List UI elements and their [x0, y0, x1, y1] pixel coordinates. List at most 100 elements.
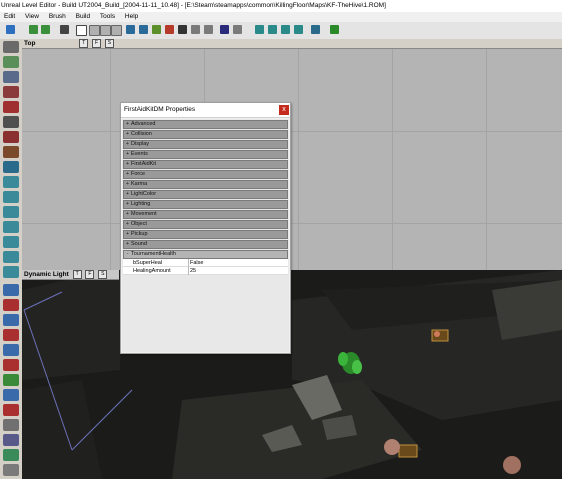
add-mover-icon[interactable] — [3, 344, 19, 356]
viewport-top-s-button[interactable]: S — [104, 39, 114, 48]
sphere-builder-icon[interactable] — [3, 251, 19, 263]
category-events[interactable]: + Events — [123, 150, 288, 159]
category-force[interactable]: + Force — [123, 170, 288, 179]
category-collision[interactable]: + Collision — [123, 130, 288, 139]
viewport-top[interactable]: Top T F S — [22, 39, 562, 270]
category-tournamenthealth[interactable]: - TournamentHealth — [123, 250, 288, 259]
matinee-icon[interactable] — [3, 161, 19, 173]
code-editor-icon[interactable] — [220, 25, 229, 34]
invert-selection-icon[interactable] — [3, 434, 19, 446]
subtract-brush-icon[interactable] — [3, 299, 19, 311]
category-sound[interactable]: + Sound — [123, 240, 288, 249]
properties-window: FirstAidKitDM Properties x + Advanced + Co… — [120, 102, 291, 354]
menu-tools[interactable]: Tools — [96, 12, 119, 22]
cube-builder-icon[interactable] — [3, 176, 19, 188]
viewport-dynamic-light[interactable]: Dynamic Light T F S — [22, 270, 562, 479]
volumetric-builder-icon[interactable] — [3, 266, 19, 278]
drag-grid-icon[interactable] — [3, 464, 19, 476]
view-top-icon[interactable] — [89, 25, 100, 36]
properties-title: FirstAidKitDM Properties — [124, 106, 196, 113]
vertex-edit-icon[interactable] — [3, 86, 19, 98]
group-browser-icon[interactable] — [139, 25, 148, 34]
face-drag-icon[interactable] — [3, 131, 19, 143]
viewport-top-f-button[interactable]: F — [92, 39, 102, 48]
build-geometry-icon[interactable] — [255, 25, 264, 34]
category-lighting[interactable]: + Lighting — [123, 200, 288, 209]
first-aid-kit-icon[interactable] — [431, 329, 449, 342]
category-label: LightColor — [131, 191, 157, 197]
category-karma[interactable]: + Karma — [123, 180, 288, 189]
build-paths-icon[interactable] — [281, 25, 290, 34]
category-lightcolor[interactable]: + LightColor — [123, 190, 288, 199]
build-options-icon[interactable] — [311, 25, 320, 34]
texture-pan-icon[interactable] — [3, 116, 19, 128]
static-mesh-browser-icon[interactable] — [152, 25, 161, 34]
terrain-icon[interactable] — [3, 146, 19, 158]
build-lighting-icon[interactable] — [268, 25, 277, 34]
property-name: bSuperHeal — [131, 259, 189, 267]
deintersect-brush-icon[interactable] — [3, 329, 19, 341]
category-label: Karma — [131, 181, 148, 187]
category-pickup[interactable]: + Pickup — [123, 230, 288, 239]
category-label: Movement — [131, 211, 157, 217]
add-brush-icon[interactable] — [3, 284, 19, 296]
cylinder-builder-icon[interactable] — [3, 206, 19, 218]
menu-bar: Edit View Brush Build Tools Help — [0, 12, 562, 22]
search-icon[interactable] — [60, 25, 69, 34]
camera-mode-icon[interactable] — [76, 25, 87, 36]
category-movement[interactable]: + Movement — [123, 210, 288, 219]
build-all-icon[interactable] — [294, 25, 303, 34]
collapse-icon: - — [126, 251, 129, 257]
stairs-builder-icon[interactable] — [3, 236, 19, 248]
viewport-dynamic-header: Dynamic Light T F S — [22, 270, 119, 280]
rotate-icon[interactable] — [3, 71, 19, 83]
new-map-icon[interactable] — [6, 25, 15, 34]
show-selected-icon[interactable] — [3, 389, 19, 401]
camera-movement-icon[interactable] — [3, 41, 19, 53]
menu-brush[interactable]: Brush — [45, 12, 70, 22]
category-object[interactable]: + Object — [123, 220, 288, 229]
add-antiportal-icon[interactable] — [3, 359, 19, 371]
property-value-field[interactable]: False — [190, 259, 203, 267]
sound-browser-icon[interactable] — [233, 25, 242, 34]
property-value-field[interactable]: 25 — [190, 267, 196, 275]
menu-edit[interactable]: Edit — [0, 12, 19, 22]
view-side-icon[interactable] — [111, 25, 122, 36]
add-volume-icon[interactable] — [3, 374, 19, 386]
actor-browser-icon[interactable] — [126, 25, 135, 34]
property-row-bsuperheal[interactable]: bSuperHeal False — [123, 259, 288, 267]
play-level-icon[interactable] — [330, 25, 339, 34]
mesh-browser-icon[interactable] — [165, 25, 174, 34]
category-firstaidkit[interactable]: + FirstAidKit — [123, 160, 288, 169]
prefab-browser-icon[interactable] — [191, 25, 200, 34]
viewport-dynamic-s-button[interactable]: S — [98, 270, 108, 279]
sheet-builder-icon[interactable] — [3, 191, 19, 203]
intersect-brush-icon[interactable] — [3, 314, 19, 326]
brush-clip-icon[interactable] — [3, 101, 19, 113]
menu-help[interactable]: Help — [121, 12, 142, 22]
first-aid-kit-icon[interactable] — [398, 444, 418, 458]
close-button[interactable]: x — [279, 105, 289, 115]
properties-titlebar: FirstAidKitDM Properties x — [121, 103, 290, 118]
property-row-healingamount[interactable]: HealingAmount 25 — [123, 267, 288, 275]
expand-icon: + — [125, 191, 130, 197]
viewport-dynamic-t-button[interactable]: T — [72, 270, 82, 279]
category-advanced[interactable]: + Advanced — [123, 120, 288, 129]
category-display[interactable]: + Display — [123, 140, 288, 149]
main-toolbar — [0, 22, 562, 40]
viewport-dynamic-f-button[interactable]: F — [85, 270, 95, 279]
hide-selected-icon[interactable] — [3, 404, 19, 416]
redo-icon[interactable] — [41, 25, 50, 34]
cone-builder-icon[interactable] — [3, 221, 19, 233]
menu-view[interactable]: View — [21, 12, 43, 22]
select-inside-icon[interactable] — [3, 419, 19, 431]
scale-icon[interactable] — [3, 56, 19, 68]
view-front-icon[interactable] — [100, 25, 111, 36]
show-all-icon[interactable] — [3, 449, 19, 461]
menu-build[interactable]: Build — [72, 12, 94, 22]
texture-browser-icon[interactable] — [204, 25, 213, 34]
undo-icon[interactable] — [29, 25, 38, 34]
viewport-top-t-button[interactable]: T — [79, 39, 89, 48]
properties-list: + Advanced + Collision + Display + Events + F… — [122, 119, 289, 352]
animation-browser-icon[interactable] — [178, 25, 187, 34]
